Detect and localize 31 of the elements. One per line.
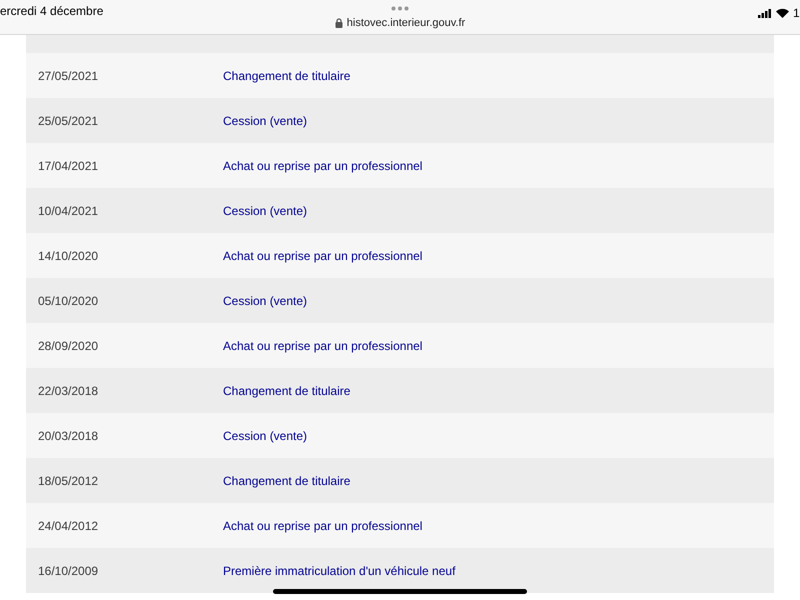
date-cell-text: 28/09/2020 [38,338,100,354]
date-cell-text: 18/05/2012 [38,472,100,490]
date-cell-text: 24/04/2012 [38,518,100,534]
date-cell-text: 17/04/2021 [38,158,100,174]
event-link[interactable]: Changement de titulaire [223,382,350,400]
date-cell-text: 25/05/2021 [38,112,100,130]
event-link[interactable]: Achat ou reprise par un professionnel [223,336,422,354]
date-cell-text: 16/10/2009 [38,562,100,580]
date-cell-text: 05/10/2020 [38,292,100,310]
date-cell-text: 22/03/2018 [38,382,100,400]
event-link[interactable]: Achat ou reprise par un professionnel [223,516,422,534]
event-link[interactable]: Changement de titulaire [223,472,350,490]
lock-icon [334,18,343,28]
date-cell-text: 20/03/2018 [38,428,100,444]
status-date: ercredi 4 décembre [0,3,104,20]
battery-percent: 1 [793,5,800,22]
event-link[interactable]: Cession (vente) [223,292,308,310]
wifi-icon [776,8,789,18]
event-link[interactable]: Achat ou reprise par un professionnel [223,156,422,174]
date-cell-text: 10/04/2021 [38,202,100,220]
date-cell-text: 27/05/2021 [38,68,100,84]
url-text[interactable]: histovec.interieur.gouv.fr [346,15,466,32]
event-link[interactable]: Cession (vente) [223,112,308,130]
event-link[interactable]: Cession (vente) [223,426,308,444]
signal-icon [758,8,772,18]
event-link[interactable]: Achat ou reprise par un professionnel [223,246,422,264]
event-link[interactable]: Changement de titulaire [223,66,350,84]
event-link[interactable]: Cession (vente) [223,202,308,220]
event-link[interactable]: Première immatriculation d'un véhicule neuf [223,562,456,580]
more-icon[interactable] [391,6,409,11]
date-cell-text: 14/10/2020 [38,248,100,264]
